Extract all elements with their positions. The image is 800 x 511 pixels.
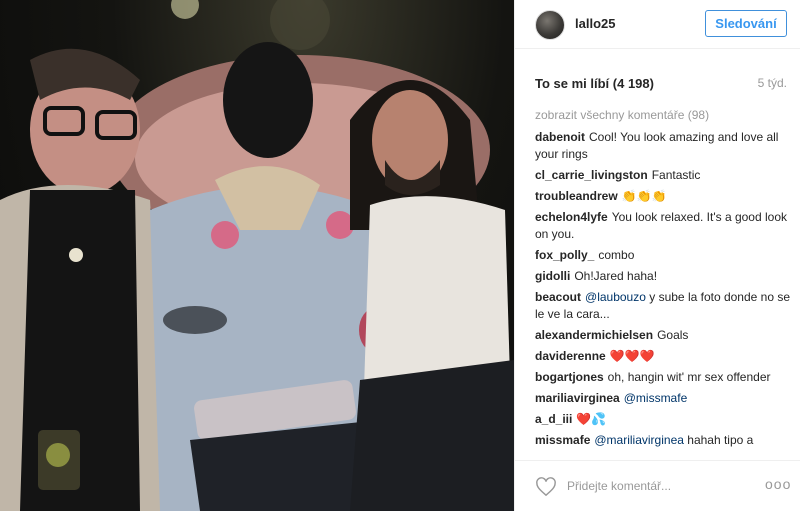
comment-item: alexandermichielsen Goals [535,327,797,344]
post-photo-illustration [0,0,514,511]
post-photo[interactable] [0,0,514,511]
comment-mention[interactable]: @missmafe [624,391,688,405]
comment-item: daviderenne ❤️❤️❤️ [535,348,797,365]
comment-text: Oh!Jared haha! [574,269,658,283]
likes-row: To se mi líbí (4 198) 5 týd. [535,76,787,92]
comment-username[interactable]: cl_carrie_livingston [535,168,648,182]
comment-username[interactable]: mariliavirginea [535,391,620,405]
comment-item: beacout @laubouzo y sube la foto donde no… [535,289,797,323]
comment-item: dabenoit Cool! You look amazing and love … [535,129,797,163]
comment-username[interactable]: bogartjones [535,370,604,384]
comment-username[interactable]: troubleandrew [535,189,618,203]
add-comment-input[interactable]: Přidejte komentář... [567,479,671,493]
avatar[interactable] [535,10,565,40]
comment-item: bogartjones oh, hangin wit' mr sex offend… [535,369,797,386]
comment-item: gidolli Oh!Jared haha! [535,268,797,285]
comment-username[interactable]: fox_polly_ [535,248,594,262]
comment-text: ❤️💦 [576,412,607,426]
comment-username[interactable]: dabenoit [535,130,585,144]
comment-mention[interactable]: @laubouzo [585,290,646,304]
follow-button[interactable]: Sledování [705,10,787,37]
comment-text: oh, hangin wit' mr sex offender [607,370,771,384]
comment-item: troubleandrew 👏👏👏 [535,188,797,205]
comment-username[interactable]: alexandermichielsen [535,328,653,342]
comment-username[interactable]: beacout [535,290,581,304]
comment-item: cl_carrie_livingston Fantastic [535,167,797,184]
comment-username[interactable]: echelon4lyfe [535,210,608,224]
post-details-panel: lallo25 Sledování To se mi líbí (4 198) … [514,0,800,511]
comment-username[interactable]: gidolli [535,269,570,283]
comment-item: missmafe @mariliavirginea hahah tipo a [535,432,797,449]
post-header: lallo25 Sledování [515,0,800,49]
view-all-comments-link[interactable]: zobrazit všechny komentáře (98) [535,108,797,122]
comment-text: Fantastic [651,168,701,182]
more-options-icon[interactable]: ooo [765,476,791,492]
comment-item: fox_polly_ combo [535,247,797,264]
comment-text: 👏👏👏 [621,189,667,203]
comment-username[interactable]: a_d_iii [535,412,572,426]
comment-item: echelon4lyfe You look relaxed. It's a goo… [535,209,797,243]
comment-username[interactable]: daviderenne [535,349,606,363]
comment-mention[interactable]: @mariliavirginea [594,433,684,447]
comment-text: combo [598,248,635,262]
comment-text: ❤️❤️❤️ [609,349,655,363]
heart-outline-icon[interactable] [535,477,557,497]
comment-username[interactable]: missmafe [535,433,590,447]
post-username[interactable]: lallo25 [575,16,615,31]
comments-list: zobrazit všechny komentáře (98) dabenoit… [535,108,797,453]
comment-text: hahah tipo a [687,433,754,447]
likes-count[interactable]: To se mi líbí (4 198) [535,76,654,91]
comment-item: a_d_iii ❤️💦 [535,411,797,428]
comment-text: Goals [657,328,689,342]
post-footer: Přidejte komentář... ooo [515,460,800,511]
comment-item: mariliavirginea @missmafe [535,390,797,407]
post-time[interactable]: 5 týd. [758,76,787,90]
